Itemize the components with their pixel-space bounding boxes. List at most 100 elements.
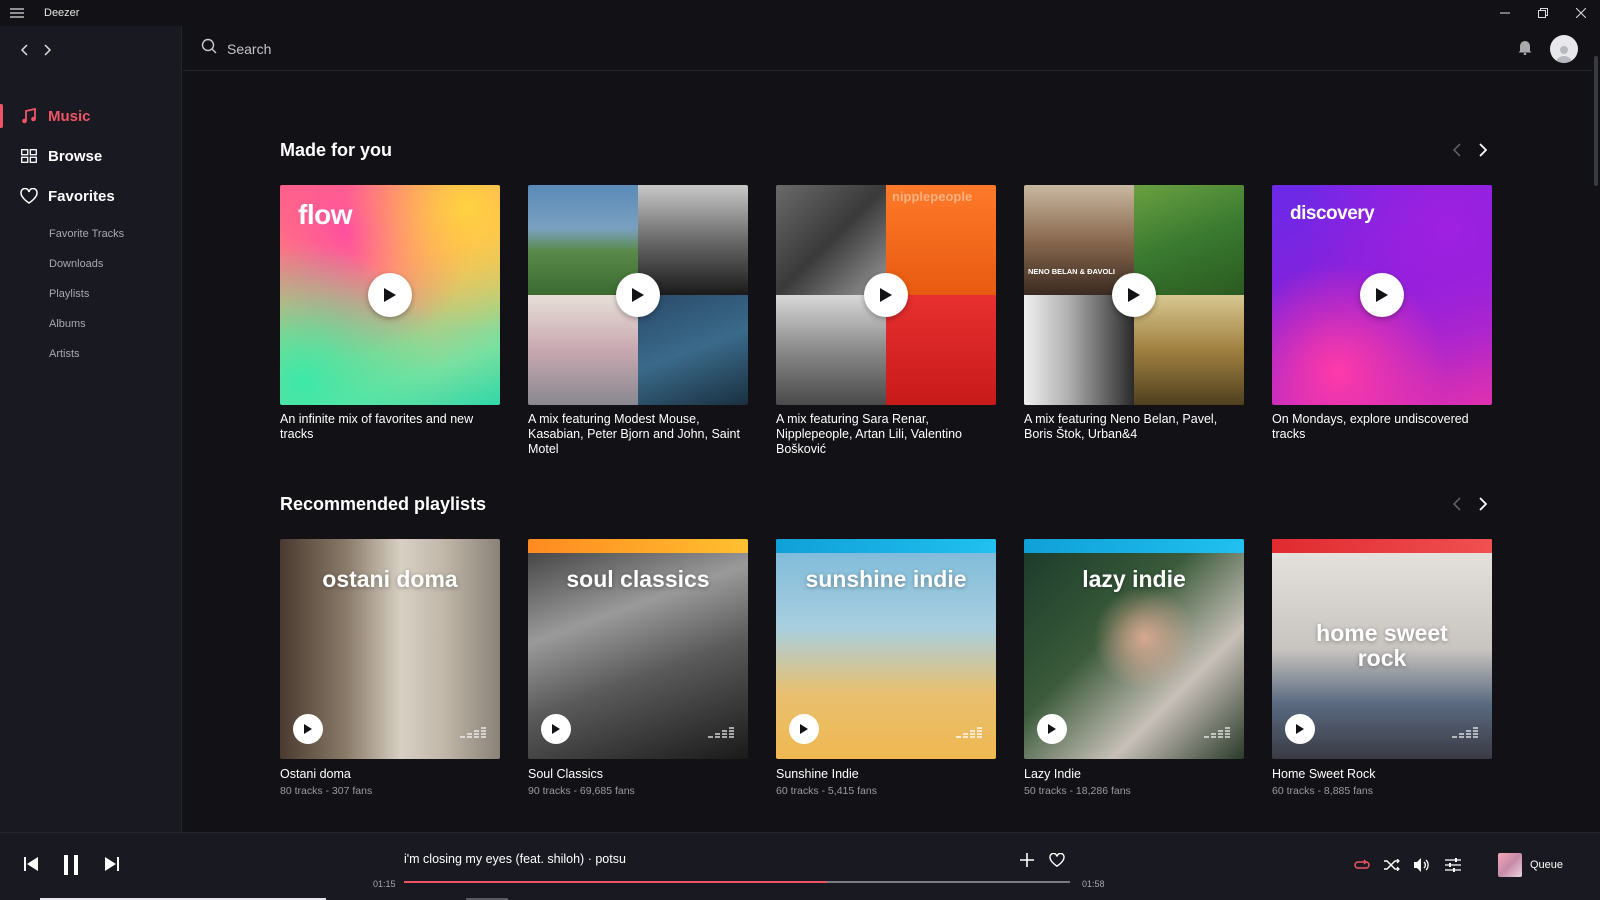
playlist-meta: 60 tracks - 8,885 fans (1272, 785, 1373, 797)
top-bar: Search (183, 26, 1592, 71)
playlist-name[interactable]: Lazy Indie (1024, 767, 1244, 781)
carousel-next-icon[interactable] (1476, 496, 1490, 512)
sidebar-item-label: Favorites (48, 187, 115, 205)
card-cover[interactable]: sunshine indie (776, 539, 996, 759)
card-mix-2[interactable]: nipplepeople A mix featuring Sara Renar,… (776, 185, 996, 457)
cover-label: ostani doma (322, 566, 458, 592)
hamburger-menu-icon[interactable] (0, 0, 34, 26)
play-icon[interactable] (1285, 714, 1315, 744)
playlist-card-sunshine-indie[interactable]: sunshine indie Sunshine Indie 60 tracks … (776, 539, 996, 797)
grid-icon (20, 147, 38, 165)
equalizer-settings-icon[interactable] (1445, 858, 1461, 872)
close-icon[interactable] (1562, 0, 1600, 26)
progress-bar[interactable] (404, 881, 1070, 883)
cover-tile (776, 295, 886, 405)
queue-button[interactable]: Queue (1498, 853, 1563, 877)
carousel-next-icon[interactable] (1476, 142, 1490, 158)
card-cover[interactable]: lazy indie (1024, 539, 1244, 759)
cover-label: nipplepeople (892, 189, 973, 204)
carousel-prev-icon[interactable] (1450, 496, 1464, 512)
sidebar-item-music[interactable]: Music (0, 96, 182, 136)
restore-icon[interactable] (1524, 0, 1562, 26)
cover-tile (1134, 185, 1244, 295)
playlist-name[interactable]: Ostani doma (280, 767, 500, 781)
card-description: An infinite mix of favorites and new tra… (280, 412, 474, 441)
playlist-name[interactable]: Sunshine Indie (776, 767, 996, 781)
search-bar[interactable]: Search (201, 38, 271, 59)
shuffle-icon[interactable] (1384, 859, 1400, 871)
play-icon[interactable] (1112, 273, 1156, 317)
cover-label: home sweet rock (1316, 620, 1448, 671)
now-playing-track[interactable]: i'm closing my eyes (feat. shiloh) · pot… (404, 852, 626, 866)
playlist-meta: 60 tracks - 5,415 fans (776, 785, 877, 797)
app-title: Deezer (44, 7, 80, 19)
sidebar-subitem-downloads[interactable]: Downloads (49, 249, 124, 279)
add-to-playlist-icon[interactable] (1020, 853, 1034, 867)
cover-label: NENO BELAN & ĐAVOLI (1028, 267, 1115, 276)
cover-label: flow (298, 199, 353, 230)
next-track-icon[interactable] (105, 857, 119, 871)
card-cover[interactable]: flow (280, 185, 500, 405)
pause-icon[interactable] (63, 855, 79, 875)
playlist-name[interactable]: Home Sweet Rock (1272, 767, 1492, 781)
play-icon[interactable] (293, 714, 323, 744)
scrollbar-thumb[interactable] (1594, 56, 1598, 186)
card-cover[interactable]: ostani doma (280, 539, 500, 759)
card-cover[interactable]: discovery (1272, 185, 1492, 405)
back-arrow-icon[interactable] (16, 42, 32, 58)
cover-color-strip (1024, 539, 1244, 553)
play-icon[interactable] (1037, 714, 1067, 744)
previous-track-icon[interactable] (24, 857, 38, 871)
carousel-prev-icon[interactable] (1450, 142, 1464, 158)
deezer-logo-icon (1204, 725, 1230, 744)
card-cover[interactable]: soul classics (528, 539, 748, 759)
made-for-you-carousel-arrows (1450, 142, 1490, 158)
playlist-card-lazy-indie[interactable]: lazy indie Lazy Indie 50 tracks - 18,286… (1024, 539, 1244, 797)
avatar[interactable] (1550, 35, 1578, 63)
cover-color-strip (1272, 539, 1492, 553)
play-icon[interactable] (616, 273, 660, 317)
card-cover[interactable]: NENO BELAN & ĐAVOLI (1024, 185, 1244, 405)
play-icon[interactable] (368, 273, 412, 317)
main-content: Made for you flow An infinite mix of fav… (183, 72, 1592, 832)
minimize-icon[interactable] (1486, 0, 1524, 26)
playlist-name[interactable]: Soul Classics (528, 767, 748, 781)
card-flow[interactable]: flow An infinite mix of favorites and ne… (280, 185, 500, 457)
card-cover[interactable]: nipplepeople (776, 185, 996, 405)
cover-tile (638, 185, 748, 295)
cover-tile (528, 295, 638, 405)
bell-icon[interactable] (1518, 39, 1532, 60)
playlist-card-home-sweet-rock[interactable]: home sweet rock Home Sweet Rock 60 track… (1272, 539, 1492, 797)
play-icon[interactable] (864, 273, 908, 317)
heart-icon[interactable] (1049, 853, 1065, 867)
forward-arrow-icon[interactable] (40, 42, 56, 58)
play-icon[interactable] (541, 714, 571, 744)
card-cover[interactable]: home sweet rock (1272, 539, 1492, 759)
queue-label: Queue (1530, 859, 1564, 871)
search-input[interactable]: Search (227, 41, 271, 57)
card-mix-3[interactable]: NENO BELAN & ĐAVOLI A mix featuring Neno… (1024, 185, 1244, 457)
sidebar-item-browse[interactable]: Browse (0, 136, 182, 176)
play-icon[interactable] (1360, 273, 1404, 317)
card-mix-1[interactable]: A mix featuring Modest Mouse, Kasabian, … (528, 185, 748, 457)
card-cover[interactable] (528, 185, 748, 405)
sidebar-item-label: Browse (48, 147, 103, 165)
deezer-logo-icon (460, 725, 486, 744)
favorites-subnav: Favorite Tracks Downloads Playlists Albu… (49, 219, 124, 369)
sidebar-subitem-artists[interactable]: Artists (49, 339, 124, 369)
main-nav: Music Browse Favorites (0, 96, 182, 216)
volume-icon[interactable] (1414, 858, 1430, 872)
player-bar: i'm closing my eyes (feat. shiloh) · pot… (0, 832, 1600, 900)
sidebar-subitem-albums[interactable]: Albums (49, 309, 124, 339)
sidebar-item-favorites[interactable]: Favorites (0, 176, 182, 216)
sidebar-subitem-playlists[interactable]: Playlists (49, 279, 124, 309)
sidebar-subitem-favorite-tracks[interactable]: Favorite Tracks (49, 219, 124, 249)
scrollbar[interactable] (1592, 26, 1600, 832)
card-discovery[interactable]: discovery On Mondays, explore undiscover… (1272, 185, 1492, 457)
playlist-card-soul-classics[interactable]: soul classics Soul Classics 90 tracks - … (528, 539, 748, 797)
repeat-icon[interactable] (1354, 859, 1370, 871)
play-icon[interactable] (789, 714, 819, 744)
playlist-card-ostani-doma[interactable]: ostani doma Ostani doma 80 tracks - 307 … (280, 539, 500, 797)
cover-label: discovery (1290, 203, 1375, 224)
section-title-recommended-playlists: Recommended playlists (280, 494, 487, 514)
